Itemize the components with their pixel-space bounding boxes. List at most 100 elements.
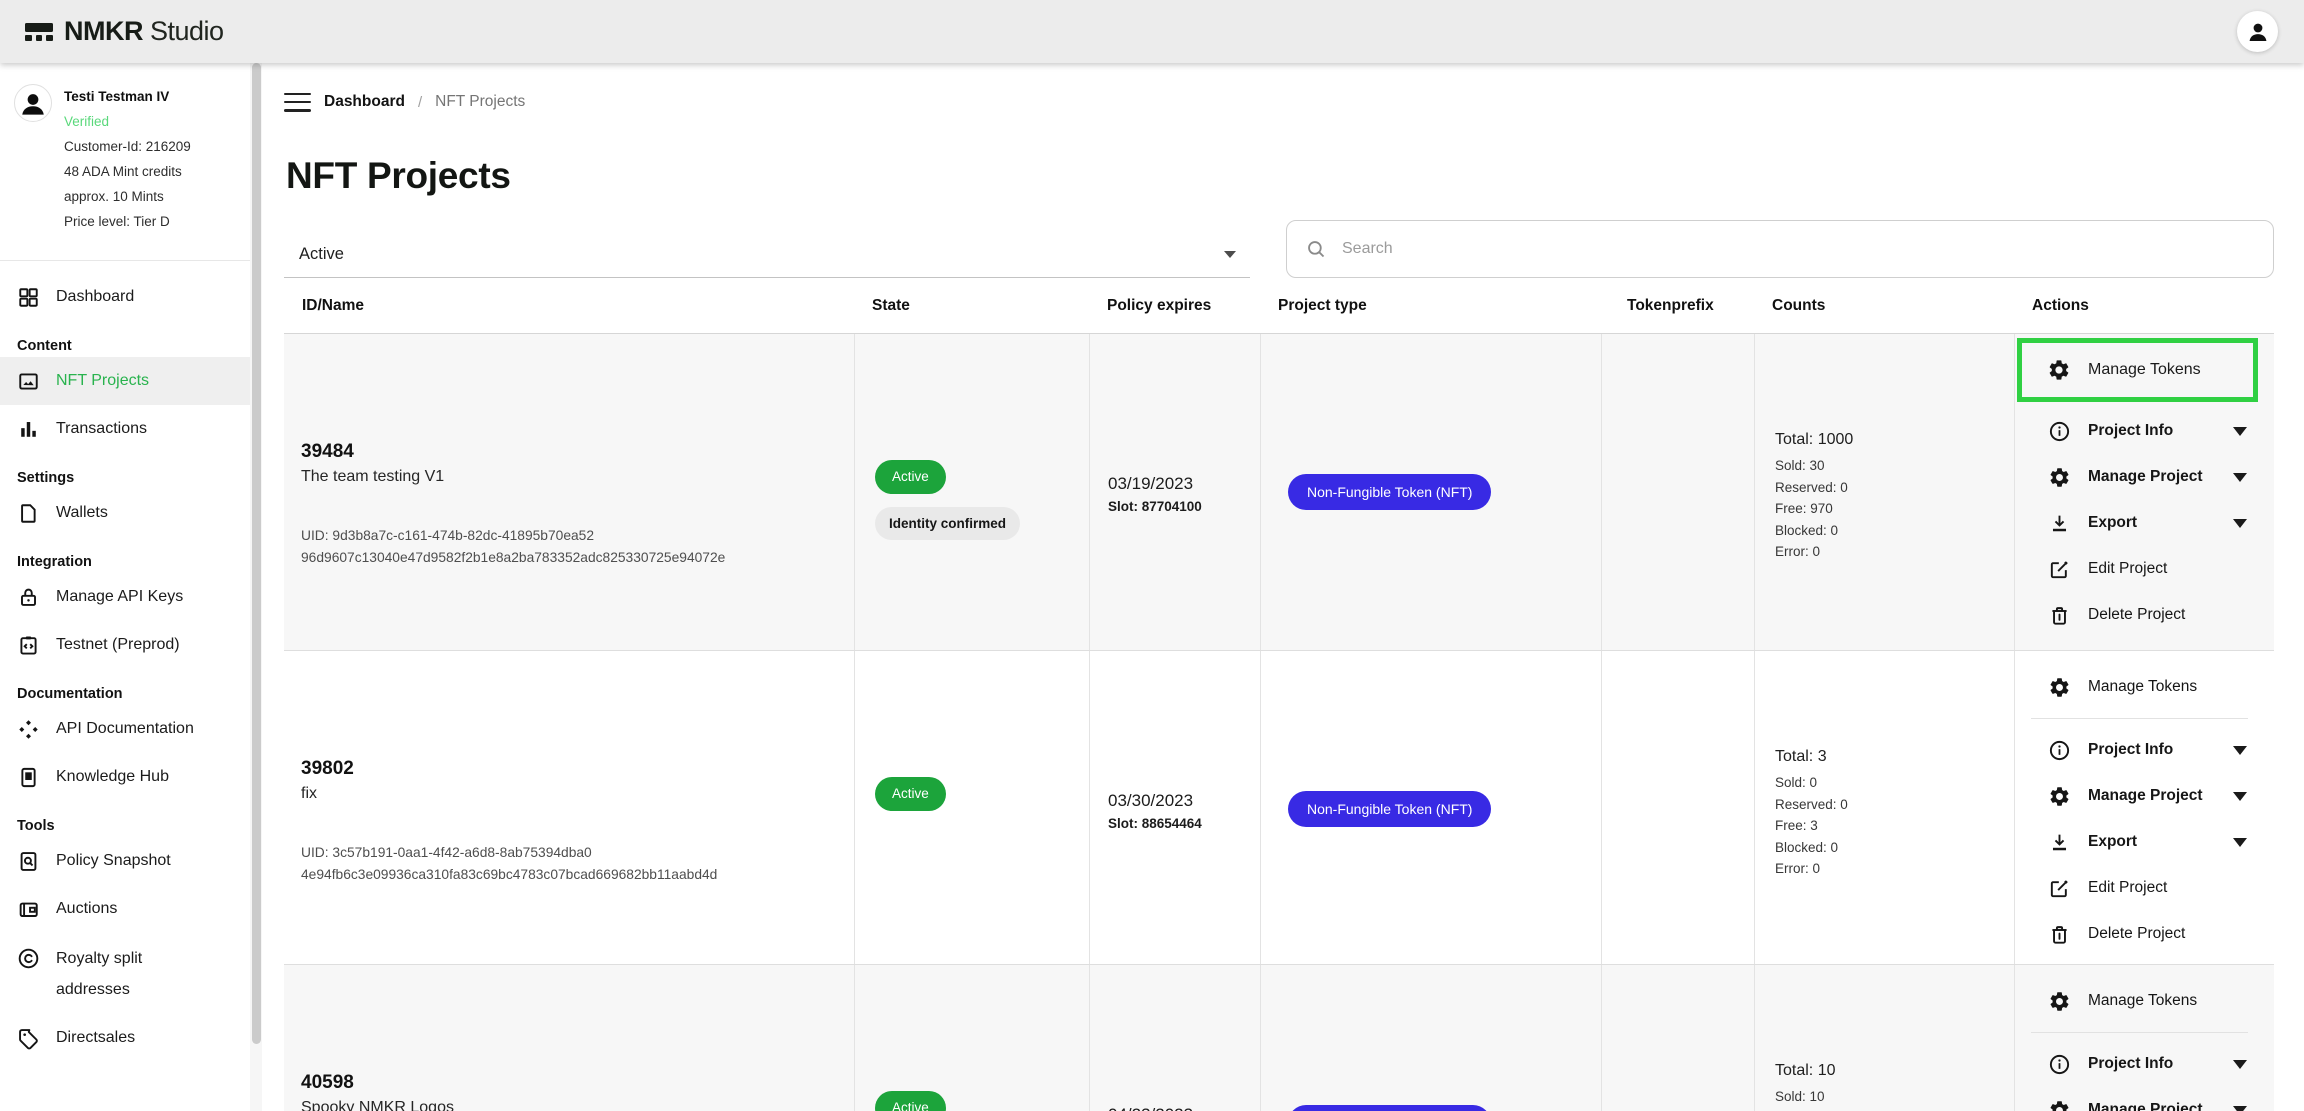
export-button[interactable]: Export bbox=[2017, 819, 2258, 865]
project-info-button[interactable]: Project Info bbox=[2017, 408, 2258, 454]
action-label: Edit Project bbox=[2088, 879, 2167, 897]
manage-tokens-button[interactable]: Manage Tokens bbox=[2017, 978, 2258, 1024]
edit-project-button[interactable]: Edit Project bbox=[2017, 865, 2258, 911]
breadcrumb-dashboard[interactable]: Dashboard bbox=[324, 93, 405, 111]
chevron-down-icon bbox=[2233, 519, 2247, 528]
search-input[interactable] bbox=[1340, 239, 2255, 259]
project-info-button[interactable]: Project Info bbox=[2017, 727, 2258, 773]
page-title: NFT Projects bbox=[286, 154, 2274, 198]
sidebar-item-transactions[interactable]: Transactions bbox=[0, 405, 250, 453]
edit-icon bbox=[2048, 558, 2071, 581]
manage-tokens-button[interactable]: Manage Tokens bbox=[2017, 664, 2258, 710]
action-label: Edit Project bbox=[2088, 560, 2167, 578]
menu-hamburger-icon[interactable] bbox=[284, 93, 311, 112]
sidebar-item-wallets[interactable]: Wallets bbox=[0, 489, 250, 537]
project-policy-id: 96d9607c13040e47d9582f2b1e8a2ba783352adc… bbox=[301, 547, 840, 569]
edit-project-button[interactable]: Edit Project bbox=[2017, 546, 2258, 592]
sidebar-item-label: Auctions bbox=[56, 900, 117, 918]
testnet-code-icon bbox=[17, 634, 40, 657]
filter-selected-value: Active bbox=[299, 245, 344, 264]
sidebar-item-knowledge-hub[interactable]: Knowledge Hub bbox=[0, 753, 250, 801]
id-name-cell: 39802 fix UID: 3c57b191-0aa1-4f42-a6d8-8… bbox=[284, 651, 854, 964]
column-header-project-type: Project type bbox=[1260, 297, 1601, 315]
count-total: Total: 3 bbox=[1775, 745, 2000, 768]
delete-project-button[interactable]: Delete Project bbox=[2017, 592, 2258, 638]
sidebar-item-manage-api-keys[interactable]: Manage API Keys bbox=[0, 573, 250, 621]
project-name: fix bbox=[301, 782, 840, 806]
manage-project-button[interactable]: Manage Project bbox=[2017, 1087, 2258, 1111]
project-info-button[interactable]: Project Info bbox=[2017, 1041, 2258, 1087]
gear-icon bbox=[2048, 1099, 2071, 1111]
person-icon bbox=[19, 89, 47, 117]
sidebar-item-label: Royalty split addresses bbox=[56, 943, 142, 1005]
user-name: Testi Testman IV bbox=[64, 84, 191, 109]
nmkr-studio-logo[interactable]: NMKRStudio bbox=[25, 16, 224, 47]
section-label-integration: Integration bbox=[17, 554, 250, 570]
person-icon bbox=[2246, 20, 2270, 44]
count-sold: Sold: 30 bbox=[1775, 455, 2000, 477]
manage-project-button[interactable]: Manage Project bbox=[2017, 773, 2258, 819]
sidebar-item-policy-snapshot[interactable]: Policy Snapshot bbox=[0, 837, 250, 885]
count-error: Error: 0 bbox=[1775, 541, 2000, 563]
sidebar-item-directsales[interactable]: Directsales bbox=[0, 1014, 250, 1062]
column-header-actions: Actions bbox=[2014, 297, 2272, 315]
sidebar-item-label: Manage API Keys bbox=[56, 588, 183, 606]
column-header-counts: Counts bbox=[1754, 297, 2014, 315]
delete-project-button[interactable]: Delete Project bbox=[2017, 911, 2258, 957]
sidebar-item-royalty-split-addresses[interactable]: Royalty split addresses bbox=[0, 933, 250, 1014]
sidebar-nav: Dashboard Content NFT Projects Transacti… bbox=[0, 261, 250, 1062]
chevron-down-icon bbox=[1224, 251, 1236, 258]
column-header-id-name: ID/Name bbox=[284, 297, 854, 315]
manage-project-button[interactable]: Manage Project bbox=[2017, 454, 2258, 500]
mint-credits: 48 ADA Mint credits bbox=[64, 159, 191, 184]
account-avatar-button[interactable] bbox=[2237, 11, 2278, 52]
avatar bbox=[14, 84, 52, 122]
chevron-down-icon bbox=[2233, 473, 2247, 482]
export-button[interactable]: Export bbox=[2017, 500, 2258, 546]
policy-expires-cell: 03/30/2023 Slot: 88654464 bbox=[1089, 651, 1260, 964]
status-filter-select[interactable]: Active bbox=[284, 232, 1250, 278]
sidebar-item-testnet[interactable]: Testnet (Preprod) bbox=[0, 621, 250, 669]
table-header-row: ID/Name State Policy expires Project typ… bbox=[284, 278, 2274, 334]
edit-icon bbox=[2048, 877, 2071, 900]
table-controls: Active bbox=[284, 220, 2274, 278]
count-total: Total: 1000 bbox=[1775, 428, 2000, 451]
project-type-badge: Non-Fungible Token (NFT) bbox=[1288, 474, 1491, 510]
breadcrumb: Dashboard / NFT Projects bbox=[284, 90, 2274, 114]
logo-wordmark: NMKRStudio bbox=[64, 16, 224, 47]
sidebar-scrollbar[interactable] bbox=[250, 63, 262, 1111]
project-name: Spooky NMKR Logos bbox=[301, 1096, 840, 1111]
count-sold: Sold: 10 bbox=[1775, 1086, 2000, 1108]
state-cell: Active Identity confirmed bbox=[854, 334, 1089, 650]
approx-mints: approx. 10 Mints bbox=[64, 184, 191, 209]
column-header-state: State bbox=[854, 297, 1089, 315]
counts-cell: Total: 3 Sold: 0 Reserved: 0 Free: 3 Blo… bbox=[1754, 651, 2014, 964]
chevron-down-icon bbox=[2233, 1106, 2247, 1111]
count-reserved: Reserved: 0 bbox=[1775, 477, 2000, 499]
scrollbar-thumb[interactable] bbox=[252, 63, 261, 1044]
section-label-documentation: Documentation bbox=[17, 686, 250, 702]
project-type-cell: Non-Fungible Token (NFT) bbox=[1260, 334, 1601, 650]
tag-icon bbox=[17, 1027, 40, 1050]
main-content: Dashboard / NFT Projects NFT Projects Ac… bbox=[262, 63, 2304, 1111]
chevron-down-icon bbox=[2233, 1060, 2247, 1069]
action-label: Project Info bbox=[2088, 422, 2173, 440]
download-icon bbox=[2048, 512, 2071, 535]
tokenprefix-cell bbox=[1601, 651, 1754, 964]
wallet-icon bbox=[17, 898, 40, 921]
sidebar-item-api-documentation[interactable]: API Documentation bbox=[0, 705, 250, 753]
table-row: 39802 fix UID: 3c57b191-0aa1-4f42-a6d8-8… bbox=[284, 651, 2274, 965]
sidebar-item-nft-projects[interactable]: NFT Projects bbox=[0, 357, 250, 405]
nmkr-logo-icon bbox=[25, 19, 53, 45]
project-name: The team testing V1 bbox=[301, 465, 840, 489]
action-label: Project Info bbox=[2088, 741, 2173, 759]
state-cell: Active bbox=[854, 965, 1089, 1111]
action-label: Delete Project bbox=[2088, 606, 2185, 624]
section-label-tools: Tools bbox=[17, 818, 250, 834]
project-policy-id: 4e94fb6c3e09936ca310fa83c69bc4783c07bcad… bbox=[301, 864, 840, 886]
count-sold: Sold: 0 bbox=[1775, 772, 2000, 794]
sidebar-item-dashboard[interactable]: Dashboard bbox=[0, 273, 250, 321]
count-total: Total: 10 bbox=[1775, 1059, 2000, 1082]
sidebar-item-auctions[interactable]: Auctions bbox=[0, 885, 250, 933]
manage-tokens-button-highlighted[interactable]: Manage Tokens bbox=[2017, 338, 2258, 402]
